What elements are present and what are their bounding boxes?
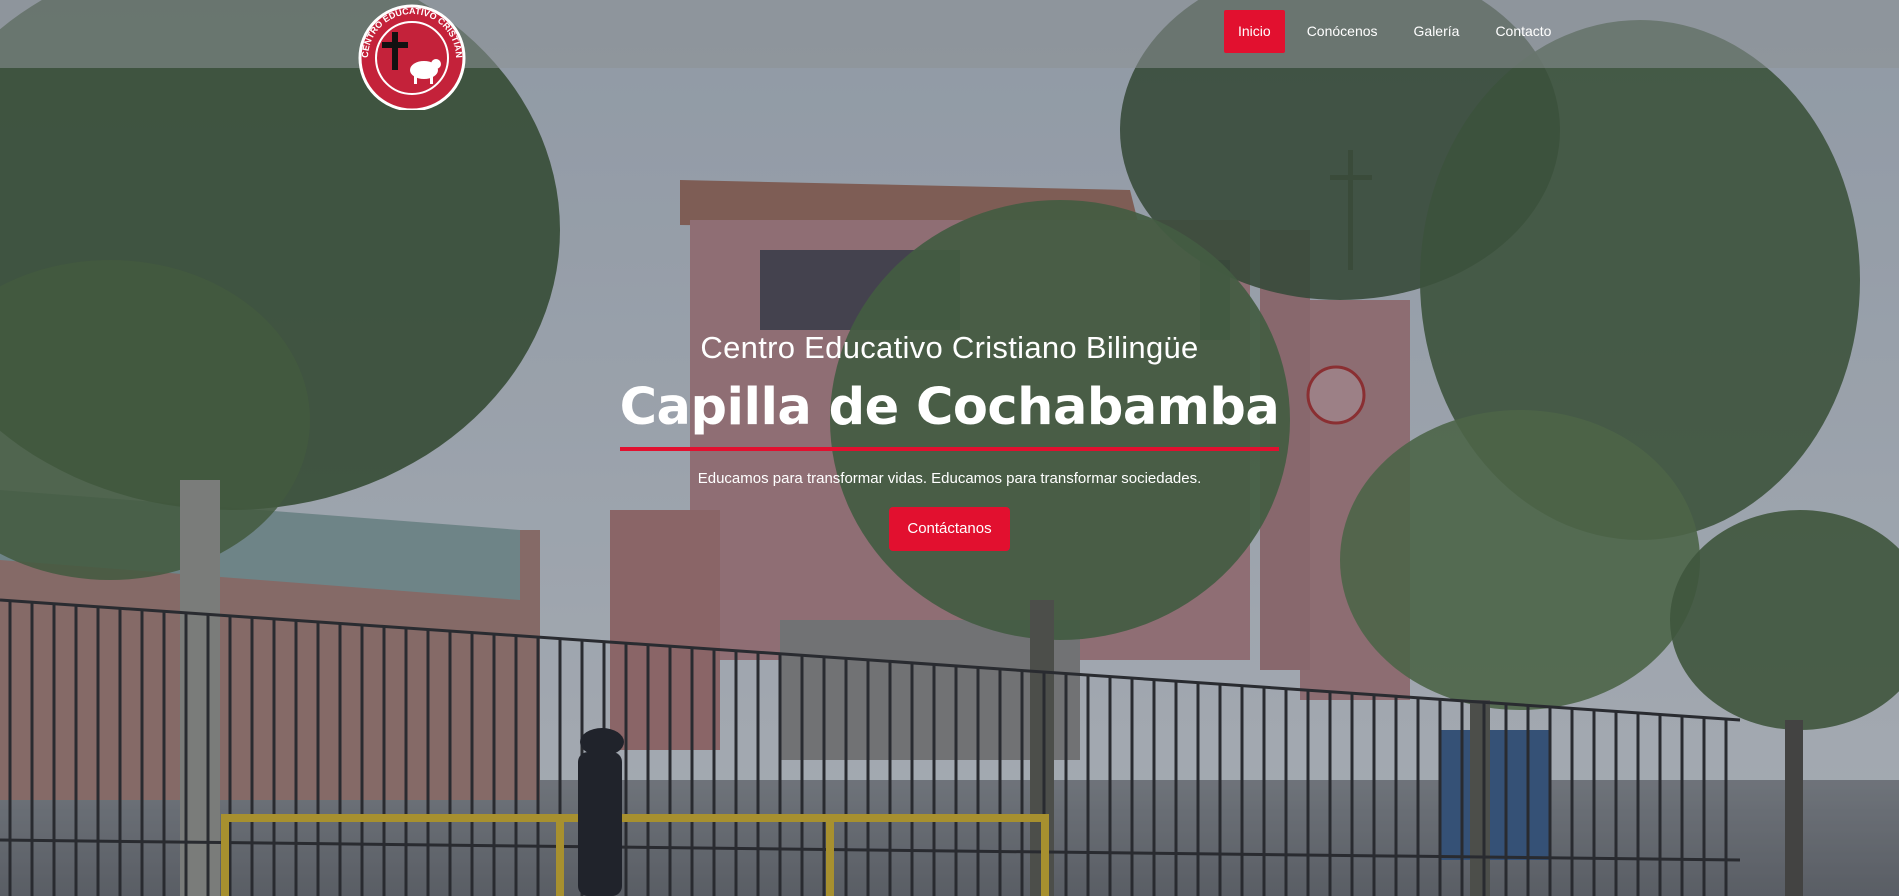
hero-content: Centro Educativo Cristiano Bilingüe Capi…	[0, 330, 1899, 551]
nav-item-inicio[interactable]: Inicio	[1224, 10, 1285, 53]
nav-item-contacto[interactable]: Contacto	[1481, 10, 1565, 53]
hero-tagline: Educamos para transformar vidas. Educamo…	[697, 470, 1202, 487]
top-navbar: CENTRO EDUCATIVO CRISTIANO BILINGÜE Inic…	[0, 0, 1899, 112]
hero-title: Capilla de Cochabamba	[619, 378, 1280, 451]
school-logo[interactable]: CENTRO EDUCATIVO CRISTIANO BILINGÜE	[344, 0, 476, 112]
school-seal-icon: CENTRO EDUCATIVO CRISTIANO BILINGÜE	[344, 0, 466, 112]
hero-kicker: Centro Educativo Cristiano Bilingüe	[700, 330, 1199, 365]
contact-button[interactable]: Contáctanos	[889, 507, 1010, 551]
main-navigation: Inicio Conócenos Galería Contacto	[1224, 10, 1573, 53]
nav-item-galeria[interactable]: Galería	[1400, 10, 1474, 53]
nav-item-conocenos[interactable]: Conócenos	[1293, 10, 1392, 53]
